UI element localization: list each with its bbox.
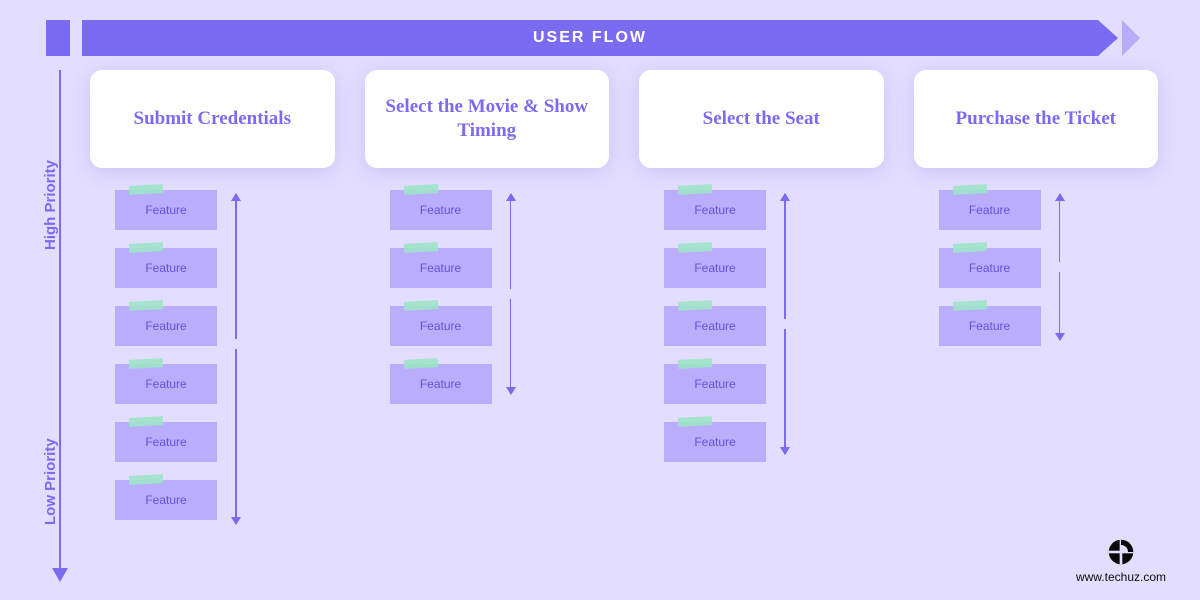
brand-url: www.techuz.com (1076, 570, 1166, 584)
feature-card: Feature (664, 422, 766, 462)
priority-arrows (506, 190, 516, 394)
axis-label-low: Low Priority (42, 438, 59, 525)
feature-card: Feature (939, 306, 1041, 346)
column-purchase-ticket: Purchase the Ticket Feature Feature Feature (914, 70, 1159, 524)
arrow-down-icon (231, 349, 241, 524)
feature-card: Feature (115, 306, 217, 346)
axis-line (59, 70, 61, 570)
feature-card: Feature (390, 364, 492, 404)
features-list: Feature Feature Feature Feature (390, 190, 492, 404)
column-submit-credentials: Submit CredentialsFeatureFeatureFeatureF… (90, 70, 335, 524)
brand-logo-icon (1107, 538, 1135, 566)
features-list: Feature Feature Feature Feature Feature (664, 190, 766, 462)
column-select-movie: Select the Movie & Show TimingFeatureFea… (365, 70, 610, 524)
flow-banner-bar: USER FLOW (82, 20, 1098, 56)
feature-card: Feature (115, 364, 217, 404)
column-select-seat: Select the SeatFeatureFeatureFeatureFeat… (639, 70, 884, 524)
feature-card: Feature (664, 248, 766, 288)
step-card: Select the Seat (639, 70, 884, 168)
step-card: Select the Movie & Show Timing (365, 70, 610, 168)
step-card: Purchase the Ticket (914, 70, 1159, 168)
arrow-up-icon (506, 194, 516, 289)
arrow-up-icon (231, 194, 241, 339)
feature-card: Feature (115, 480, 217, 520)
step-card: Submit Credentials (90, 70, 335, 168)
priority-axis: High Priority Low Priority (50, 70, 70, 590)
arrow-down-icon (506, 299, 516, 394)
feature-card: Feature (390, 190, 492, 230)
features-wrap: Feature Feature Feature Feature Feature Featu… (90, 190, 335, 524)
features-wrap: Feature Feature Feature (914, 190, 1159, 346)
feature-card: Feature (115, 422, 217, 462)
feature-card: Feature (115, 248, 217, 288)
chevron-right-icon (1122, 20, 1140, 56)
arrow-up-icon (780, 194, 790, 319)
priority-arrows (780, 190, 790, 454)
features-list: Feature Feature Feature Feature Feature Featu… (115, 190, 217, 520)
brand-block: www.techuz.com (1076, 538, 1166, 584)
features-wrap: Feature Feature Feature Feature (365, 190, 610, 404)
flow-banner-lead-block (46, 20, 70, 56)
feature-card: Feature (664, 364, 766, 404)
feature-card: Feature (390, 306, 492, 346)
arrow-up-icon (1055, 194, 1065, 262)
feature-card: Feature (939, 190, 1041, 230)
features-wrap: Feature Feature Feature Feature Feature (639, 190, 884, 462)
chevron-right-icon (1098, 20, 1118, 56)
arrow-down-icon (1055, 272, 1065, 340)
feature-card: Feature (939, 248, 1041, 288)
axis-label-high: High Priority (42, 160, 59, 250)
features-list: Feature Feature Feature (939, 190, 1041, 346)
feature-card: Feature (115, 190, 217, 230)
arrow-down-icon (52, 568, 68, 582)
priority-arrows (1055, 190, 1065, 340)
arrow-down-icon (780, 329, 790, 454)
flow-banner: USER FLOW (82, 20, 1140, 56)
flow-banner-title: USER FLOW (533, 29, 647, 47)
feature-card: Feature (390, 248, 492, 288)
feature-card: Feature (664, 306, 766, 346)
priority-arrows (231, 190, 241, 524)
columns-container: Submit CredentialsFeatureFeatureFeatureF… (90, 70, 1158, 524)
feature-card: Feature (664, 190, 766, 230)
